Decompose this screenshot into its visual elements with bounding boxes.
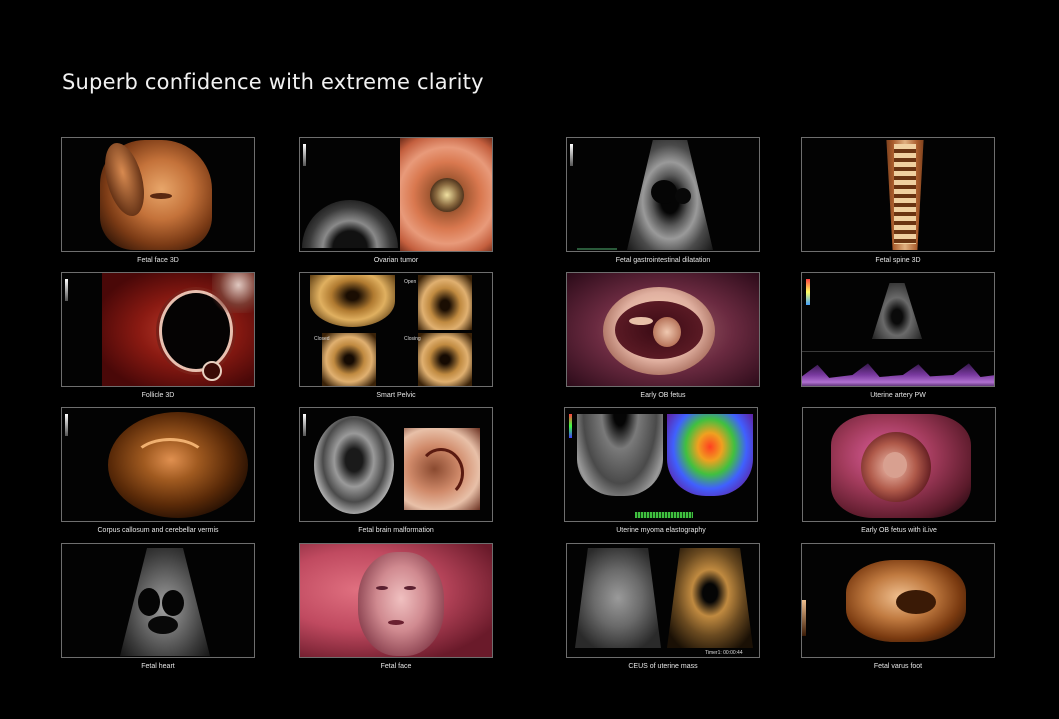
image-caption: Uterine myoma elastography [616,527,706,534]
follicle-3d-image [61,272,255,387]
image-tile[interactable]: Timer1: 00:00:44 CEUS of uterine mass [566,543,760,670]
uterine-artery-pw-image [801,272,995,387]
panel-label: Open [404,279,417,285]
image-tile[interactable]: Fetal spine 3D [801,137,995,264]
image-caption: Early OB fetus [640,392,686,399]
image-tile[interactable]: Fetal varus foot [801,543,995,670]
fetal-spine-3d-image [801,137,995,252]
smart-pelvic-image: Open Closed Closing [299,272,493,387]
early-ob-fetus-ilive-image [802,407,996,522]
image-caption: Corpus callosum and cerebellar vermis [97,527,219,534]
image-caption: Early OB fetus with iLive [861,527,937,534]
image-caption: Follicle 3D [141,392,175,399]
image-caption: Smart Pelvic [376,392,416,399]
panel-label: Closing [404,336,421,342]
image-tile[interactable]: Early OB fetus [566,272,760,399]
image-tile[interactable]: Follicle 3D [61,272,255,399]
ovarian-tumor-image [299,137,493,252]
image-caption: Uterine artery PW [870,392,926,399]
image-caption: Fetal spine 3D [875,257,921,264]
fetal-brain-malformation-image [299,407,493,522]
image-tile[interactable]: Uterine artery PW [801,272,995,399]
image-tile[interactable]: Open Closed Closing Smart Pelvic [299,272,493,399]
image-tile[interactable]: Fetal heart [61,543,255,670]
image-tile[interactable]: Early OB fetus with iLive [802,407,996,534]
image-caption: Fetal brain malformation [358,527,434,534]
timer-readout: Timer1: 00:00:44 [705,650,743,656]
fetal-face-3d-image [61,137,255,252]
image-caption: Fetal gastrointestinal dilatation [615,257,711,264]
image-caption: Fetal face [380,663,412,670]
image-tile[interactable]: Fetal face 3D [61,137,255,264]
image-tile[interactable]: Fetal gastrointestinal dilatation [566,137,760,264]
fetal-face-image [299,543,493,658]
ceus-uterine-mass-image: Timer1: 00:00:44 [566,543,760,658]
image-tile[interactable]: Ovarian tumor [299,137,493,264]
corpus-callosum-image [61,407,255,522]
image-caption: Ovarian tumor [373,257,419,264]
uterine-myoma-elastography-image [564,407,758,522]
image-tile[interactable]: Uterine myoma elastography [564,407,758,534]
image-caption: CEUS of uterine mass [628,663,698,670]
panel-label: Closed [314,336,330,342]
image-tile[interactable]: Corpus callosum and cerebellar vermis [61,407,255,534]
fetal-varus-foot-image [801,543,995,658]
image-tile[interactable]: Fetal brain malformation [299,407,493,534]
image-caption: Fetal varus foot [873,663,923,670]
fetal-heart-image [61,543,255,658]
image-tile[interactable]: Fetal face [299,543,493,670]
page-title: Superb confidence with extreme clarity [62,70,484,94]
image-caption: Fetal heart [141,663,175,670]
early-ob-fetus-image [566,272,760,387]
image-caption: Fetal face 3D [137,257,179,264]
fetal-gi-dilatation-image [566,137,760,252]
